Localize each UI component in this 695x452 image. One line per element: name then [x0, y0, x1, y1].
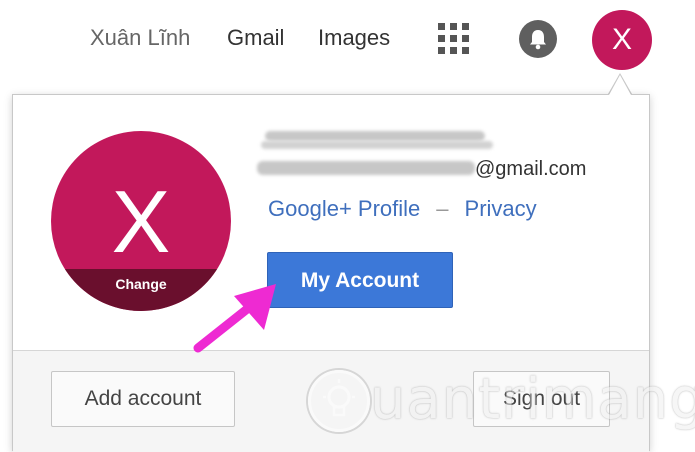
notifications-bell-icon[interactable]	[519, 20, 557, 58]
account-avatar-button[interactable]: X	[592, 10, 652, 70]
add-account-button[interactable]: Add account	[51, 371, 235, 427]
annotation-arrow-icon	[193, 284, 276, 353]
top-bar: Xuân Lĩnh Gmail Images X	[0, 0, 695, 82]
redacted-account-name	[265, 131, 485, 141]
apps-grid-icon[interactable]	[438, 23, 470, 55]
popup-pointer-fill	[609, 75, 631, 95]
user-name-link[interactable]: Xuân Lĩnh	[90, 24, 190, 52]
link-separator: –	[436, 196, 449, 221]
popup-footer: Add account Sign out	[13, 350, 649, 452]
sign-out-button[interactable]: Sign out	[473, 371, 610, 427]
my-account-button[interactable]: My Account	[267, 252, 453, 308]
privacy-link[interactable]: Privacy	[465, 196, 537, 221]
redacted-email	[257, 161, 475, 175]
redacted-account-name-2	[261, 141, 493, 149]
gmail-link[interactable]: Gmail	[227, 24, 284, 52]
account-popup: X Change @gmail.com Google+ Profile – Priv…	[12, 94, 650, 452]
images-link[interactable]: Images	[318, 24, 390, 52]
profile-links: Google+ Profile – Privacy	[268, 195, 537, 223]
google-plus-profile-link[interactable]: Google+ Profile	[268, 196, 420, 221]
account-email-suffix: @gmail.com	[475, 158, 587, 180]
